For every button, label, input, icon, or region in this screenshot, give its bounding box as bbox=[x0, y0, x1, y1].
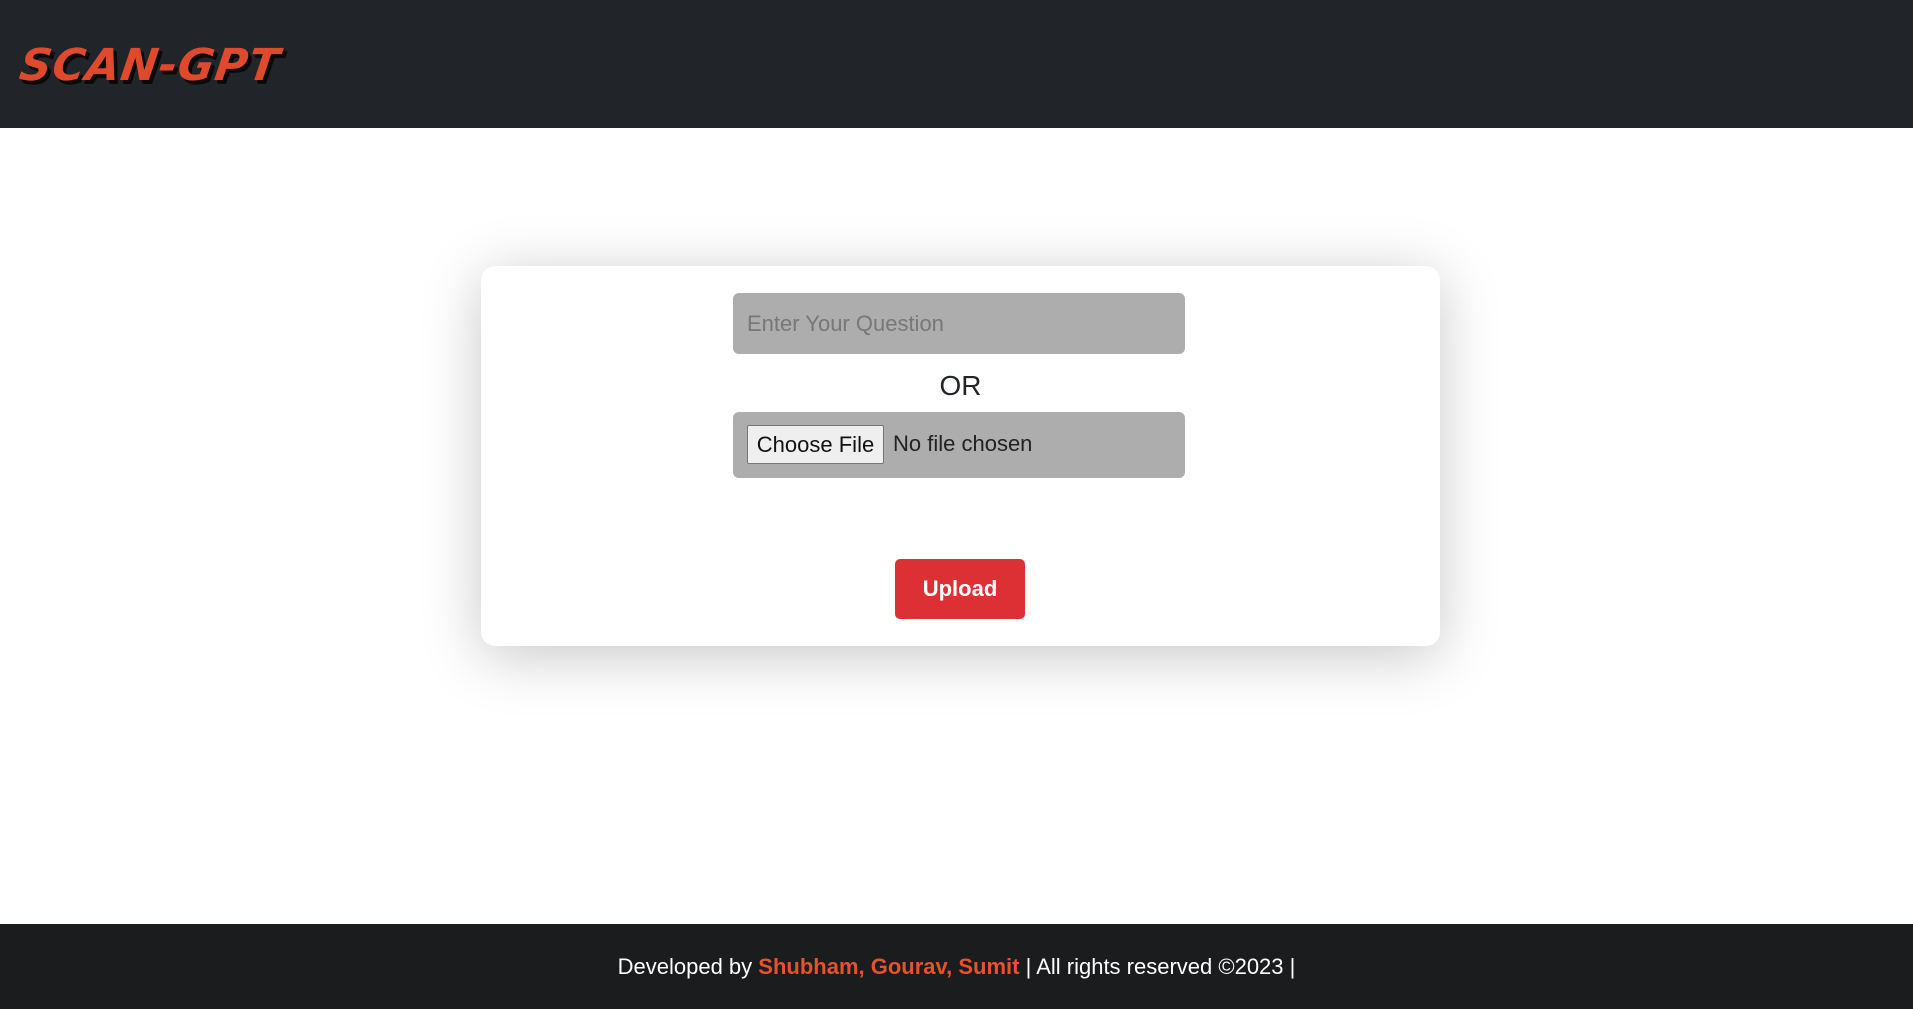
upload-button[interactable]: Upload bbox=[895, 559, 1025, 619]
upload-card: OR Choose File No file chosen Upload bbox=[481, 266, 1440, 646]
or-separator: OR bbox=[939, 370, 982, 401]
top-navbar: SCAN-GPT bbox=[0, 0, 1913, 128]
footer-prefix: Developed by bbox=[617, 954, 759, 979]
page-footer: Developed by Shubham, Gourav, Sumit | Al… bbox=[0, 924, 1913, 1009]
footer-developer-names: Shubham, Gourav, Sumit bbox=[758, 954, 1020, 979]
footer-rights-text: | All rights reserved ©2023 | bbox=[1019, 954, 1296, 979]
file-input[interactable]: Choose File No file chosen bbox=[733, 412, 1185, 478]
choose-file-button[interactable]: Choose File bbox=[747, 425, 884, 464]
app-logo[interactable]: SCAN-GPT bbox=[16, 40, 283, 92]
file-status-text: No file chosen bbox=[893, 431, 1033, 456]
question-input[interactable] bbox=[733, 293, 1185, 354]
